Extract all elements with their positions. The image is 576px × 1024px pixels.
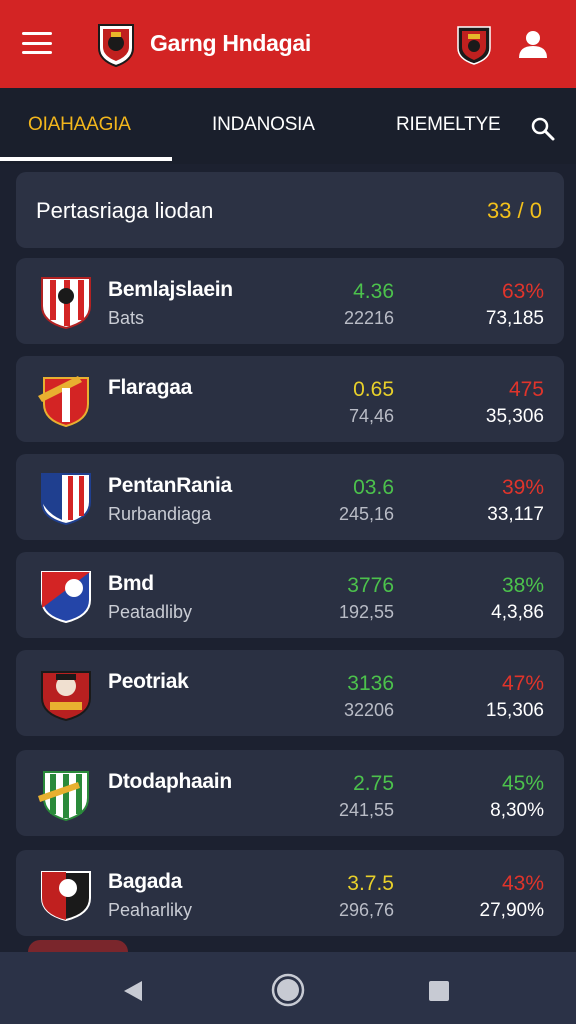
- team-name: Bemlajslaein: [108, 278, 233, 301]
- app-title: Garng Hndagai: [150, 30, 311, 56]
- team-subtitle: Peatadliby: [108, 602, 193, 622]
- club-badge-icon[interactable]: [456, 24, 492, 66]
- home-circle-icon[interactable]: [270, 972, 306, 1008]
- team-crest-icon: [38, 771, 89, 822]
- app-header: Garng Hndagai: [0, 0, 576, 88]
- team-name: Dtodaphaain: [108, 770, 232, 793]
- team-total: 35,306: [485, 406, 544, 427]
- team-total: 33,117: [487, 504, 544, 525]
- tab-bar: OIAHAAGIA INDANOSIA RIEMELTYE: [0, 88, 576, 164]
- tab-indanosia[interactable]: INDANOSIA: [212, 114, 315, 136]
- team-percent: 63%: [501, 280, 544, 303]
- team-points: 245,16: [338, 504, 394, 524]
- team-percent: 475: [508, 378, 544, 401]
- partial-list-item: [28, 940, 128, 952]
- team-total: 8,30%: [490, 800, 544, 821]
- team-row[interactable]: Peotriak 3136 32206 47% 15,306: [16, 650, 564, 736]
- team-points: 74,46: [348, 406, 394, 426]
- team-name: Bagada: [108, 870, 183, 893]
- team-row[interactable]: Flaragaa 0.65 74,46 475 35,306: [16, 356, 564, 442]
- team-name: PentanRania: [108, 474, 232, 497]
- team-rating: 3.7.5: [347, 872, 394, 895]
- team-rating: 3776: [347, 574, 394, 597]
- team-percent: 43%: [501, 872, 544, 895]
- tab-riemeltye[interactable]: RIEMELTYE: [396, 114, 501, 136]
- summary-score: 33 / 0: [486, 198, 542, 223]
- team-row[interactable]: Bagada Peaharliky 3.7.5 296,76 43% 27,90…: [16, 850, 564, 936]
- user-icon[interactable]: [516, 28, 550, 60]
- search-icon[interactable]: [530, 116, 556, 142]
- team-row[interactable]: PentanRania Rurbandiaga 03.6 245,16 39% …: [16, 454, 564, 540]
- team-subtitle: Rurbandiaga: [108, 504, 212, 524]
- team-row[interactable]: Dtodaphaain 2.75 241,55 45% 8,30%: [16, 750, 564, 836]
- tab-oiahaagia[interactable]: OIAHAAGIA: [28, 114, 131, 136]
- team-percent: 39%: [501, 476, 544, 499]
- team-crest-icon: [41, 277, 91, 330]
- team-subtitle: Peaharliky: [108, 900, 193, 920]
- team-rating: 2.75: [353, 772, 394, 795]
- team-rating: 0.65: [353, 378, 394, 401]
- team-row[interactable]: Bemlajslaein Bats 4.36 22216 63% 73,185: [16, 258, 564, 344]
- team-points: 296,76: [338, 900, 394, 920]
- team-name: Peotriak: [108, 670, 189, 693]
- team-crest-icon: [41, 571, 91, 624]
- team-total: 27,90%: [479, 900, 544, 921]
- app-screen: Garng Hndagai OIAHAAGIA INDANOSIA RIEMEL…: [0, 0, 576, 1024]
- summary-card[interactable]: Pertasriaga liodan 33 / 0: [16, 172, 564, 248]
- team-crest-icon: [41, 871, 91, 922]
- team-crest-icon: [38, 376, 89, 428]
- team-crest-icon: [41, 473, 91, 526]
- active-tab-indicator: [0, 157, 172, 161]
- team-points: 241,55: [338, 800, 394, 820]
- team-crest-icon: [98, 24, 134, 68]
- team-name: Flaragaa: [108, 376, 192, 399]
- team-percent: 45%: [501, 772, 544, 795]
- team-rating: 03.6: [353, 476, 394, 499]
- team-total: 4,3,86: [491, 602, 544, 623]
- hamburger-menu-icon[interactable]: [22, 32, 52, 54]
- team-percent: 47%: [501, 672, 544, 695]
- team-crest-icon: [41, 671, 91, 722]
- team-total: 73,185: [485, 308, 544, 329]
- team-total: 15,306: [485, 700, 544, 721]
- team-points: 32206: [343, 700, 394, 720]
- summary-title: Pertasriaga liodan: [36, 198, 214, 223]
- team-name: Bmd: [108, 572, 154, 595]
- team-points: 192,55: [338, 602, 394, 622]
- team-rating: 3136: [347, 672, 394, 695]
- team-row[interactable]: Bmd Peatadliby 3776 192,55 38% 4,3,86: [16, 552, 564, 638]
- back-triangle-icon[interactable]: [118, 977, 146, 1005]
- team-points: 22216: [343, 308, 394, 328]
- team-percent: 38%: [501, 574, 544, 597]
- team-rating: 4.36: [353, 280, 394, 303]
- recent-square-icon[interactable]: [428, 980, 450, 1002]
- team-subtitle: Bats: [108, 308, 145, 328]
